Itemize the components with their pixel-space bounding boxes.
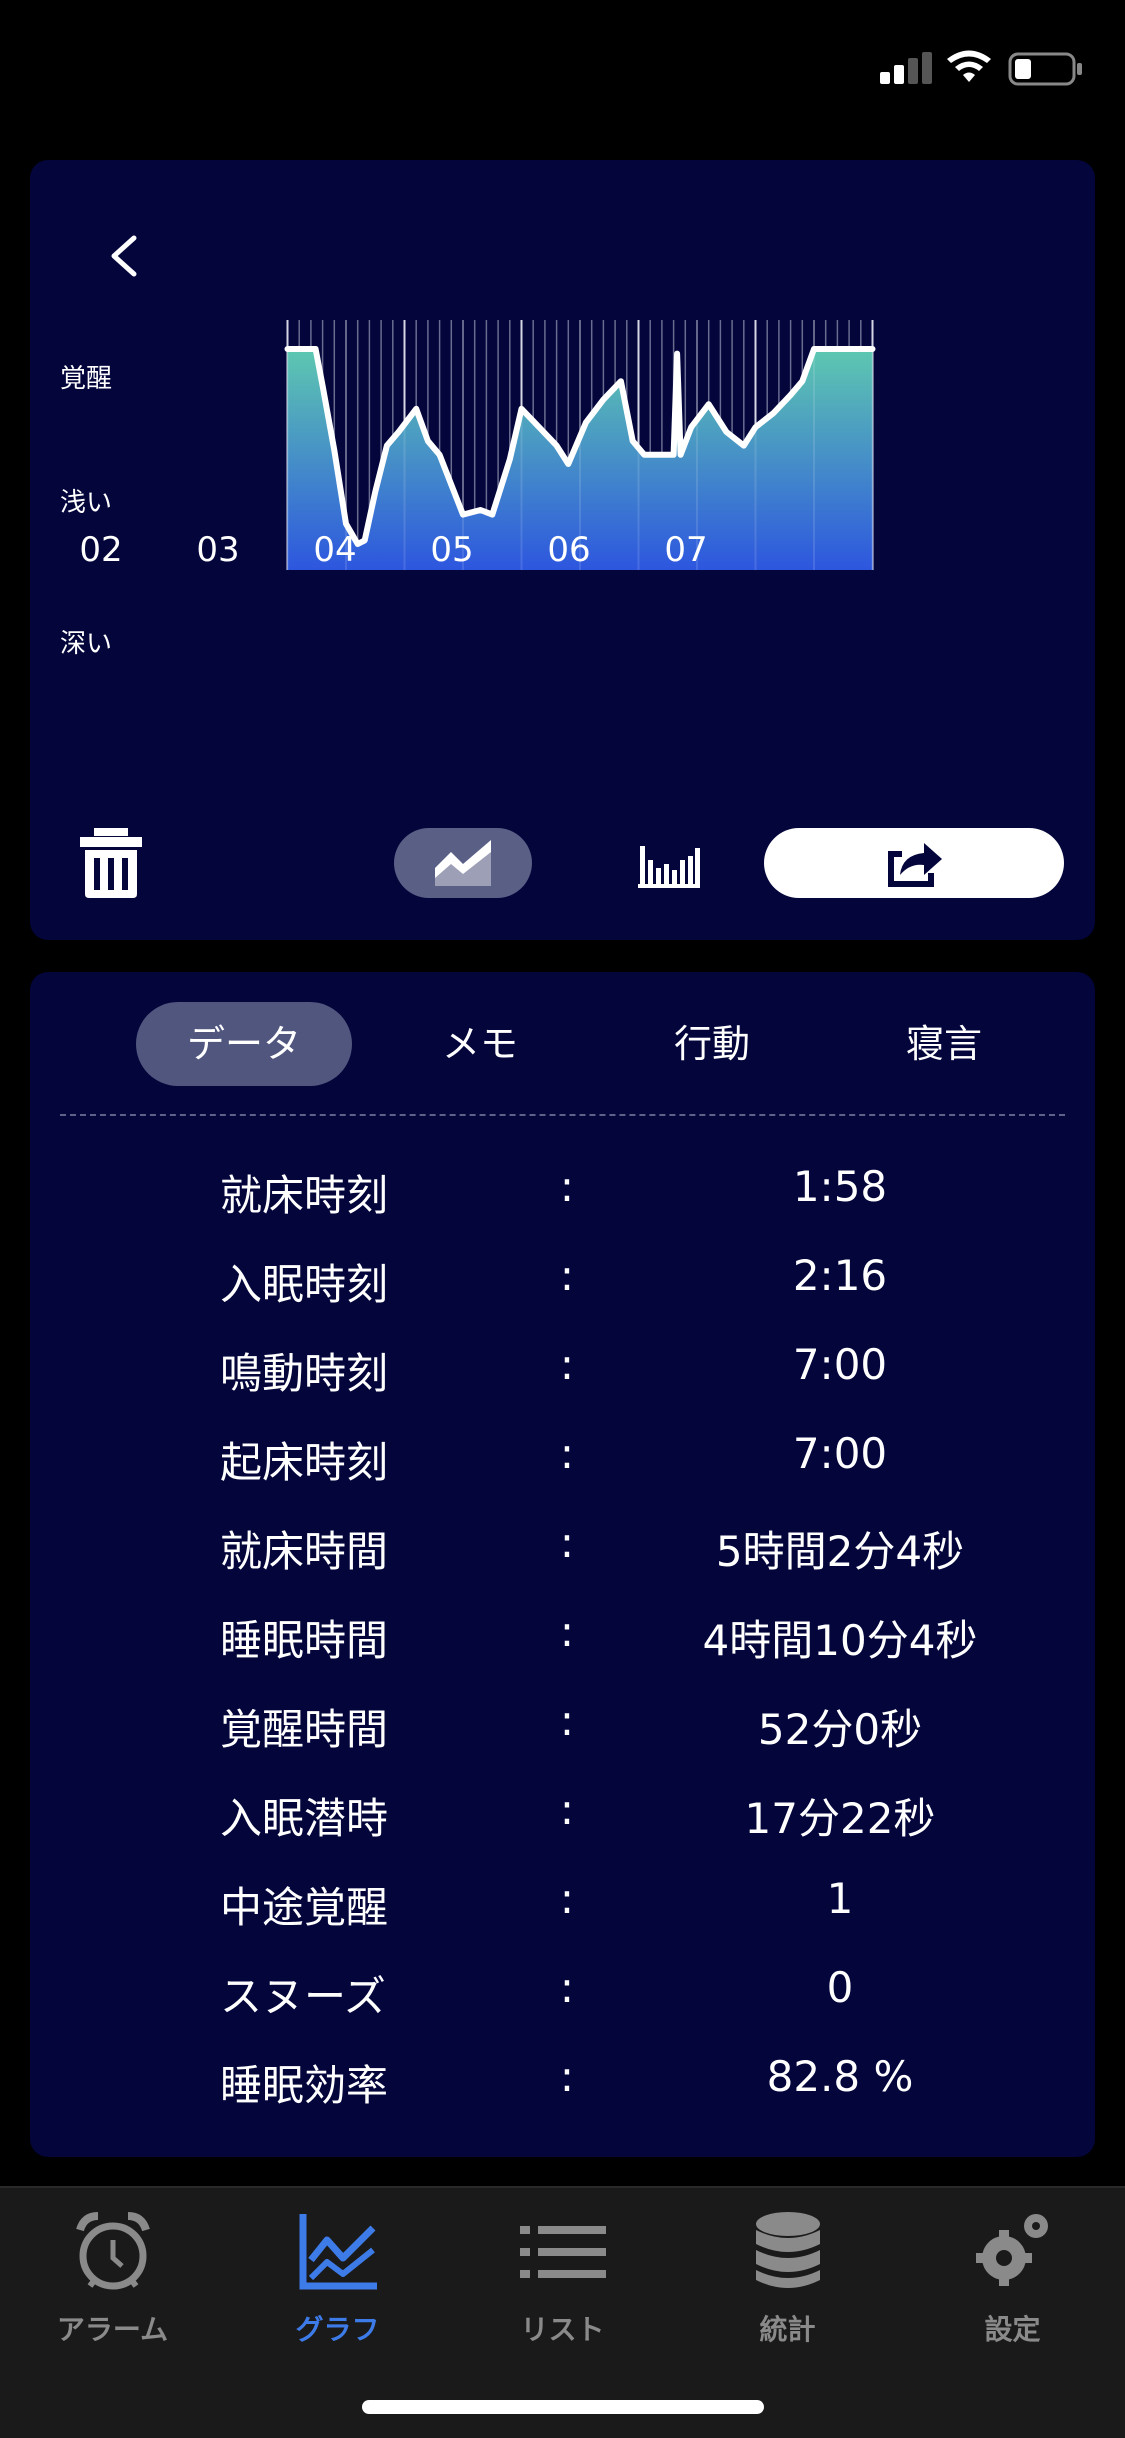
stat-separator: : bbox=[559, 1251, 575, 1300]
stat-label: 入眠時刻 bbox=[220, 1260, 389, 1309]
wifi-icon bbox=[947, 50, 991, 82]
tab-bar-label: アラーム bbox=[56, 2313, 169, 2346]
stat-separator: : bbox=[559, 1162, 575, 1211]
alarm-clock-icon bbox=[76, 2212, 150, 2290]
settings-icon bbox=[976, 2214, 1048, 2286]
stat-value: 52分0秒 bbox=[757, 1705, 923, 1754]
share-icon bbox=[888, 843, 942, 887]
tab-memo[interactable]: メモ bbox=[372, 1002, 588, 1086]
divider bbox=[60, 1114, 1065, 1116]
stat-value: 7:00 bbox=[792, 1429, 888, 1478]
stat-label: 就床時刻 bbox=[220, 1171, 389, 1220]
trash-icon bbox=[80, 828, 142, 898]
stat-value: 5時間2分4秒 bbox=[715, 1527, 965, 1576]
status-bar bbox=[0, 0, 1125, 140]
tab-activity[interactable]: 行動 bbox=[604, 1002, 820, 1086]
stat-value: 2:16 bbox=[792, 1251, 888, 1300]
stat-value: 0 bbox=[826, 1963, 854, 2012]
stat-value: 17分22秒 bbox=[744, 1794, 936, 1843]
stat-row: 覚醒時間: 52分0秒 bbox=[30, 1696, 1095, 1756]
home-indicator bbox=[362, 2400, 764, 2414]
tab-bar-label: 設定 bbox=[984, 2313, 1041, 2346]
stat-row: 起床時刻: 7:00 bbox=[30, 1429, 1095, 1489]
line-chart-icon bbox=[435, 840, 491, 886]
battery-icon bbox=[1008, 52, 1082, 86]
stat-row: 就床時間: 5時間2分4秒 bbox=[30, 1518, 1095, 1578]
tab-bar-item-settings[interactable]: 設定 bbox=[900, 2208, 1125, 2358]
tab-bar-label: グラフ bbox=[295, 2313, 380, 2346]
stat-row: スヌーズ: 0 bbox=[30, 1963, 1095, 2023]
stat-row: 中途覚醒: 1 bbox=[30, 1874, 1095, 1934]
tab-bar-item-list[interactable]: リスト bbox=[450, 2208, 675, 2358]
tab-bar-item-graph[interactable]: グラフ bbox=[225, 2208, 450, 2358]
segment-tabs: データ メモ 行動 寝言 bbox=[106, 1002, 1066, 1086]
tab-bar-label: リスト bbox=[520, 2313, 605, 2346]
data-card: データ メモ 行動 寝言 就床時刻: 1:58 入眠時刻: 2:16 鳴動時刻: 7:… bbox=[30, 972, 1095, 2157]
database-icon bbox=[756, 2212, 820, 2288]
stat-separator: : bbox=[559, 1696, 575, 1745]
stat-label: 鳴動時刻 bbox=[220, 1349, 389, 1398]
stat-label: 就床時間 bbox=[220, 1527, 389, 1576]
stat-row: 睡眠効率: 82.8 % bbox=[30, 2052, 1095, 2112]
stat-label: 中途覚醒 bbox=[220, 1883, 389, 1932]
stat-value: 1 bbox=[826, 1874, 854, 1923]
graph-icon bbox=[299, 2214, 377, 2290]
stat-separator: : bbox=[559, 1340, 575, 1389]
stat-separator: : bbox=[559, 1607, 575, 1656]
stat-separator: : bbox=[559, 1785, 575, 1834]
stat-label: 睡眠効率 bbox=[220, 2061, 389, 2110]
tab-bar-item-stats[interactable]: 統計 bbox=[675, 2208, 900, 2358]
stat-value: 1:58 bbox=[792, 1162, 888, 1211]
x-tick-label: 02 bbox=[79, 530, 123, 570]
stat-label: 入眠潜時 bbox=[220, 1794, 389, 1843]
line-view-button[interactable] bbox=[394, 828, 532, 898]
stat-separator: : bbox=[559, 2052, 575, 2101]
bar-chart-icon bbox=[638, 846, 700, 888]
stat-row: 入眠潜時: 17分22秒 bbox=[30, 1785, 1095, 1845]
tab-bar-label: 統計 bbox=[759, 2313, 816, 2346]
stat-row: 就床時刻: 1:58 bbox=[30, 1162, 1095, 1222]
stat-value: 82.8 % bbox=[766, 2052, 914, 2101]
signal-icon bbox=[880, 52, 932, 84]
tab-bar-item-alarm[interactable]: アラーム bbox=[0, 2208, 225, 2358]
stat-label: 睡眠時間 bbox=[220, 1616, 389, 1665]
stat-label: 覚醒時間 bbox=[220, 1705, 389, 1754]
x-tick-label: 05 bbox=[430, 530, 474, 570]
x-tick-label: 06 bbox=[547, 530, 591, 570]
stat-separator: : bbox=[559, 1518, 575, 1567]
stat-label: スヌーズ bbox=[220, 1972, 386, 2021]
sleep-chart bbox=[284, 320, 876, 570]
tab-sleep-talk[interactable]: 寝言 bbox=[836, 1002, 1052, 1086]
x-tick-label: 04 bbox=[313, 530, 357, 570]
stat-separator: : bbox=[559, 1874, 575, 1923]
delete-button[interactable] bbox=[80, 828, 142, 898]
tab-data[interactable]: データ bbox=[136, 1002, 352, 1086]
stat-row: 鳴動時刻: 7:00 bbox=[30, 1340, 1095, 1400]
stat-row: 入眠時刻: 2:16 bbox=[30, 1251, 1095, 1311]
graph-card: 覚醒 浅い 深い 02 03 04 05 06 07 bbox=[30, 160, 1095, 940]
share-button[interactable] bbox=[764, 828, 1064, 898]
stat-separator: : bbox=[559, 1963, 575, 2012]
stat-row: 睡眠時間: 4時間10分4秒 bbox=[30, 1607, 1095, 1667]
stat-label: 起床時刻 bbox=[220, 1438, 389, 1487]
x-tick-label: 03 bbox=[196, 530, 240, 570]
bar-view-button[interactable] bbox=[600, 828, 738, 898]
stat-value: 7:00 bbox=[792, 1340, 888, 1389]
stat-value: 4時間10分4秒 bbox=[702, 1616, 978, 1665]
stat-separator: : bbox=[559, 1429, 575, 1478]
list-icon bbox=[520, 2226, 606, 2278]
x-tick-label: 07 bbox=[664, 530, 708, 570]
